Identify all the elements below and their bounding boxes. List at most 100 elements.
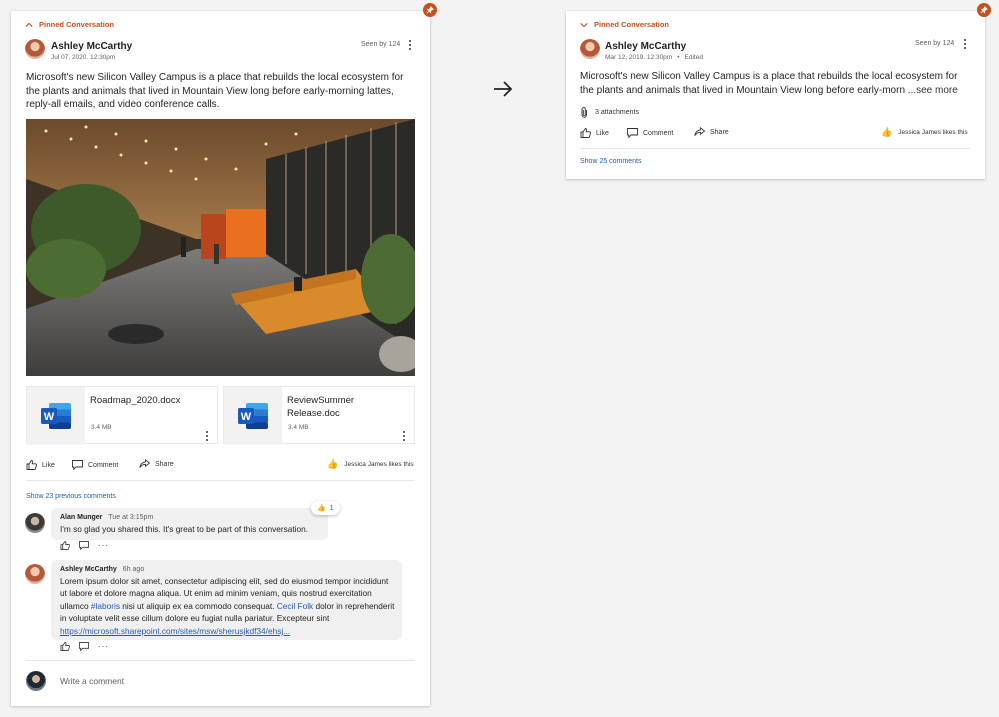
post-body-text: Microsoft's new Silicon Valley Campus is… (580, 71, 958, 96)
avatar (26, 671, 46, 691)
file-size: 3.4 MB (288, 424, 309, 431)
comment-icon[interactable] (79, 642, 89, 651)
like-button[interactable]: Like (580, 128, 609, 138)
post-timestamp: Jul 07, 2020. 12:30pm (51, 54, 116, 61)
author-name[interactable]: Ashley McCarthy (605, 41, 686, 52)
comment-bubble: Ashley McCarthy 6h ago Lorem ipsum dolor … (51, 560, 402, 640)
likes-text: Jessica James likes this (344, 461, 414, 468)
comment-actions: ··· (60, 642, 109, 651)
more-vertical-icon[interactable] (402, 431, 406, 441)
author-name[interactable]: Ashley McCarthy (51, 41, 132, 52)
word-icon: W (238, 403, 268, 429)
pin-icon[interactable] (977, 3, 991, 17)
divider (26, 480, 415, 481)
pinned-conversation-header[interactable]: Pinned Conversation (580, 20, 669, 29)
pinned-post-card-expanded: Pinned Conversation Ashley McCarthy Jul … (11, 11, 430, 706)
edited-label: Edited (684, 54, 703, 61)
show-previous-comments-link[interactable]: Show 23 previous comments (26, 493, 116, 500)
attachment-tile-1[interactable]: W Roadmap_2020.docx 3.4 MB (26, 386, 218, 445)
show-comments-link[interactable]: Show 25 comments (580, 158, 641, 165)
share-icon (139, 459, 150, 468)
comment-icon (72, 460, 83, 470)
arrow-right-icon (494, 81, 513, 97)
comment-time: 6h ago (122, 566, 145, 573)
likes-text: Jessica James likes this (898, 129, 968, 136)
like-icon (26, 460, 37, 470)
comment-button[interactable]: Comment (72, 460, 118, 470)
comment-author[interactable]: Alan Munger Tue at 3:15pm (60, 514, 153, 521)
more-vertical-icon[interactable] (205, 431, 209, 441)
comment-label: Comment (88, 461, 119, 469)
attachments-count: 3 attachments (595, 109, 639, 116)
svg-text:W: W (44, 411, 55, 423)
reaction-count-pill[interactable]: 👍 1 (311, 501, 340, 515)
word-icon: W (41, 403, 71, 429)
timestamp-text: Mar 12, 2019. 12:30pm (605, 54, 673, 61)
share-button[interactable]: Share (139, 459, 174, 469)
file-thumbnail: W (27, 387, 85, 445)
likes-summary[interactable]: 👍 Jessica James likes this (881, 127, 968, 138)
file-name: Roadmap_2020.docx (90, 395, 181, 406)
share-label: Share (710, 128, 729, 136)
url-link[interactable]: https://microsoft.sharepoint.com/sites/m… (60, 626, 290, 636)
file-name: ReviewSummer Release.doc (287, 395, 355, 419)
seen-by-count[interactable]: Seen by 124 (361, 41, 400, 48)
comment-time: Tue at 3:15pm (108, 514, 154, 521)
see-more-link[interactable]: see more (916, 85, 958, 96)
thumbs-up-icon: 👍 (317, 505, 326, 512)
comment-text: I'm so glad you shared this. It's great … (60, 524, 309, 534)
more-horizontal-icon[interactable]: ··· (98, 541, 109, 550)
comment-text-part: nisi ut aliquip ex ea commodo consequat. (119, 600, 277, 611)
attachment-tile-2[interactable]: W ReviewSummer Release.doc 3.4 MB (223, 386, 415, 445)
post-body: Microsoft's new Silicon Valley Campus is… (26, 72, 404, 110)
write-comment-input[interactable]: Write a comment (60, 676, 400, 686)
more-horizontal-icon[interactable]: ··· (98, 642, 109, 651)
likes-summary[interactable]: 👍 Jessica James likes this (327, 459, 414, 470)
svg-text:W: W (241, 411, 252, 423)
comment-icon (627, 128, 638, 138)
avatar[interactable] (25, 513, 45, 533)
comment-bubble: Alan Munger Tue at 3:15pm I'm so glad you… (51, 508, 328, 540)
avatar[interactable] (25, 564, 45, 584)
chevron-down-icon (580, 22, 588, 27)
like-button[interactable]: Like (26, 460, 55, 470)
seen-by-count[interactable]: Seen by 124 (915, 40, 954, 47)
comment-icon[interactable] (79, 541, 89, 550)
more-vertical-icon[interactable] (963, 39, 967, 49)
pinned-conversation-header[interactable]: Pinned Conversation (25, 20, 114, 29)
reaction-count: 1 (329, 504, 334, 512)
comment-author-name[interactable]: Alan Munger (60, 514, 102, 521)
mention-link[interactable]: Cecil Folk (277, 601, 313, 611)
more-vertical-icon[interactable] (408, 40, 412, 50)
file-thumbnail: W (224, 387, 282, 445)
pinned-label: Pinned Conversation (39, 20, 115, 29)
hashtag-link[interactable]: #laboris (91, 601, 120, 611)
like-icon[interactable] (60, 642, 70, 651)
post-image[interactable] (26, 119, 415, 376)
like-icon[interactable] (60, 541, 70, 550)
share-label: Share (155, 460, 174, 468)
like-icon (580, 128, 591, 138)
post-timestamp: Mar 12, 2019. 12:30pm • Edited (605, 54, 703, 61)
avatar[interactable] (25, 39, 45, 59)
share-icon (694, 127, 705, 136)
comment-label: Comment (643, 129, 674, 137)
post-body: Microsoft's new Silicon Valley Campus is… (580, 70, 972, 97)
comment-button[interactable]: Comment (627, 128, 673, 138)
comment-author[interactable]: Ashley McCarthy 6h ago (60, 566, 144, 573)
like-label: Like (596, 129, 609, 137)
pin-icon[interactable] (423, 3, 437, 17)
comment-text: Lorem ipsum dolor sit amet, consectetur … (60, 575, 396, 637)
chevron-up-icon (25, 22, 33, 27)
thumbs-up-icon: 👍 (881, 127, 893, 137)
attachments-summary[interactable]: 3 attachments (581, 107, 639, 118)
comment-actions: ··· (60, 541, 109, 550)
comment-author-name[interactable]: Ashley McCarthy (60, 566, 117, 573)
thumbs-up-icon: 👍 (327, 459, 339, 469)
like-label: Like (42, 461, 55, 469)
divider (580, 148, 970, 149)
divider (26, 660, 415, 661)
file-size: 3.4 MB (91, 424, 112, 431)
avatar[interactable] (580, 39, 600, 59)
share-button[interactable]: Share (694, 127, 729, 137)
